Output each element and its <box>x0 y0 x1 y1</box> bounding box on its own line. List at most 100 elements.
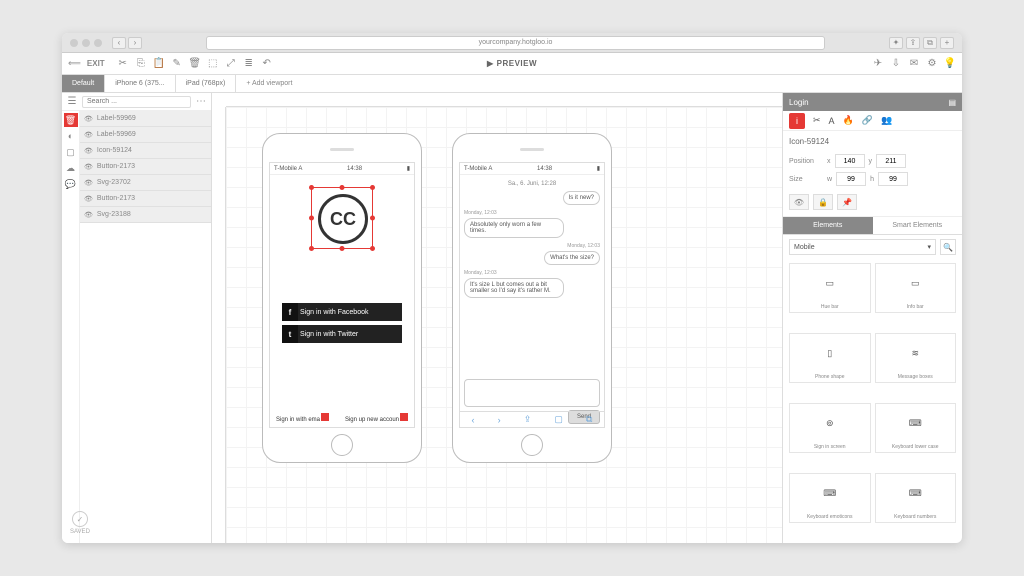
visibility-icon[interactable]: 👁 <box>84 131 93 139</box>
layer-row[interactable]: 👁Button-2173 <box>80 191 211 207</box>
visibility-icon[interactable]: 👁 <box>84 147 93 155</box>
inspector-menu-icon[interactable]: ▤ <box>948 98 956 107</box>
tab-default[interactable]: Default <box>62 75 105 92</box>
shape-layer-icon[interactable]: ▢ <box>64 145 78 159</box>
gear-icon[interactable]: ⚙ <box>926 58 938 70</box>
chat-input[interactable] <box>464 379 600 407</box>
tab-smart-elements[interactable]: Smart Elements <box>873 217 963 234</box>
tab-elements[interactable]: Elements <box>783 217 873 234</box>
chat-back-icon[interactable]: ‹ <box>472 415 475 425</box>
undo-icon[interactable]: ↶ <box>261 58 273 70</box>
element-item[interactable]: ⌨Keyboard lower case <box>875 403 957 453</box>
element-item[interactable]: ▭Info bar <box>875 263 957 313</box>
comment-icon[interactable]: 💬 <box>64 177 78 191</box>
layer-row[interactable]: 👁Svg-23702 <box>80 175 211 191</box>
download-icon[interactable]: ⇩ <box>890 58 902 70</box>
tab-iphone[interactable]: iPhone 6 (375... <box>105 75 175 92</box>
size-w-input[interactable] <box>836 172 866 186</box>
visibility-icon[interactable]: 👁 <box>84 195 93 203</box>
inspector-tab-cut-icon[interactable]: ✂ <box>813 115 821 126</box>
preview-button[interactable]: ▶ PREVIEW <box>487 59 537 68</box>
share-icon[interactable]: ⇪ <box>524 414 532 425</box>
chrome-btn-3[interactable]: ⧉ <box>923 37 937 49</box>
max-dot[interactable] <box>94 39 102 47</box>
text-layer-icon[interactable]: ◐ <box>64 129 78 143</box>
resize-handle[interactable] <box>340 246 345 251</box>
trash-icon[interactable]: 🗑 <box>189 58 201 70</box>
paste-icon[interactable]: 📋 <box>153 58 165 70</box>
layers-filter-icon[interactable]: ☰ <box>66 96 78 108</box>
tabs-icon[interactable]: ⧉ <box>586 414 592 425</box>
facebook-signin-button[interactable]: f Sign in with Facebook <box>282 303 402 321</box>
resize-handle[interactable] <box>309 246 314 251</box>
resize-handle[interactable] <box>340 185 345 190</box>
url-bar[interactable]: yourcompany.hotgloo.io <box>206 36 825 50</box>
layers-search-input[interactable] <box>82 96 191 108</box>
copy-icon[interactable]: ⎘ <box>135 58 147 70</box>
book-icon[interactable]: ▢ <box>554 414 563 425</box>
brush-icon[interactable]: ✎ <box>171 58 183 70</box>
element-item[interactable]: ≋Message boxes <box>875 333 957 383</box>
resize-handle[interactable] <box>309 216 314 221</box>
signin-email-link[interactable]: Sign in with ema <box>276 413 329 423</box>
pos-y-input[interactable] <box>876 154 906 168</box>
cursor-icon[interactable]: ✈ <box>872 58 884 70</box>
crop-icon[interactable]: ⬚ <box>207 58 219 70</box>
visibility-icon[interactable]: 👁 <box>84 163 93 171</box>
inspector-tab-link-icon[interactable]: 🔗 <box>862 115 873 126</box>
tab-ipad[interactable]: iPad (768px) <box>176 75 237 92</box>
element-item[interactable]: ⊚Sign in screen <box>789 403 871 453</box>
element-search-icon[interactable]: 🔍 <box>940 239 956 255</box>
resize-handle[interactable] <box>370 216 375 221</box>
chrome-btn-2[interactable]: ⇪ <box>906 37 920 49</box>
inspector-tab-people-icon[interactable]: 👥 <box>881 115 892 126</box>
layers-more-icon[interactable]: ⋯ <box>195 96 207 108</box>
send-icon[interactable]: ✉ <box>908 58 920 70</box>
chrome-btn-1[interactable]: ✦ <box>889 37 903 49</box>
cut-icon[interactable]: ✂ <box>117 58 129 70</box>
group-layer-icon[interactable]: ☁ <box>64 161 78 175</box>
chrome-btn-4[interactable]: + <box>940 37 954 49</box>
resize-handle[interactable] <box>309 185 314 190</box>
element-item[interactable]: ▯Phone shape <box>789 333 871 383</box>
back-button[interactable]: ‹ <box>112 37 126 49</box>
artboard-chat[interactable]: T-Mobile A 14:38 ▮ Sa., 6. Juni, 12:28 I… <box>452 133 612 463</box>
layer-row[interactable]: 👁Icon-59124 <box>80 143 211 159</box>
artboard-signin[interactable]: T-Mobile A 14:38 ▮ CC <box>262 133 422 463</box>
size-h-input[interactable] <box>878 172 908 186</box>
exit-icon[interactable]: ⟸ <box>68 58 81 69</box>
inspector-tab-flame-icon[interactable]: 🔥 <box>843 115 854 126</box>
visibility-icon[interactable]: 👁 <box>84 211 93 219</box>
pos-x-input[interactable] <box>835 154 865 168</box>
resize-handle[interactable] <box>370 185 375 190</box>
element-item[interactable]: ⌨Keyboard emoticons <box>789 473 871 523</box>
layer-row[interactable]: 👁Label-59969 <box>80 127 211 143</box>
twitter-signin-button[interactable]: t Sign in with Twitter <box>282 325 402 343</box>
chat-fwd-icon[interactable]: › <box>498 415 501 425</box>
resize-handle[interactable] <box>370 246 375 251</box>
signup-link[interactable]: Sign up new accoun <box>345 413 408 423</box>
element-item[interactable]: ⌨Keyboard numbers <box>875 473 957 523</box>
expand-icon[interactable]: ⤢ <box>225 58 237 70</box>
mini-lock-icon[interactable]: 🔒 <box>813 194 833 210</box>
layer-row[interactable]: 👁Button-2173 <box>80 159 211 175</box>
min-dot[interactable] <box>82 39 90 47</box>
visibility-icon[interactable]: 👁 <box>84 115 93 123</box>
element-item[interactable]: ▭Hue bar <box>789 263 871 313</box>
forward-button[interactable]: › <box>128 37 142 49</box>
layer-row[interactable]: 👁Svg-23188 <box>80 207 211 223</box>
exit-button[interactable]: EXIT <box>87 59 105 68</box>
add-viewport-button[interactable]: + Add viewport <box>236 75 302 92</box>
mini-eye-icon[interactable]: 👁 <box>789 194 809 210</box>
element-category-select[interactable]: Mobile▾ <box>789 239 936 255</box>
canvas[interactable]: T-Mobile A 14:38 ▮ CC <box>212 93 782 543</box>
inspector-tab-font-icon[interactable]: A <box>829 116 835 126</box>
layer-row[interactable]: 👁Label-59969 <box>80 111 211 127</box>
layers-icon[interactable]: ≣ <box>243 58 255 70</box>
page-icon[interactable]: 🗑 <box>64 113 78 127</box>
inspector-tab-info-icon[interactable]: i <box>789 113 805 129</box>
bulb-icon[interactable]: 💡 <box>944 58 956 70</box>
visibility-icon[interactable]: 👁 <box>84 179 93 187</box>
mini-pin-icon[interactable]: 📌 <box>837 194 857 210</box>
selected-element-cc-logo[interactable]: CC <box>311 187 373 249</box>
